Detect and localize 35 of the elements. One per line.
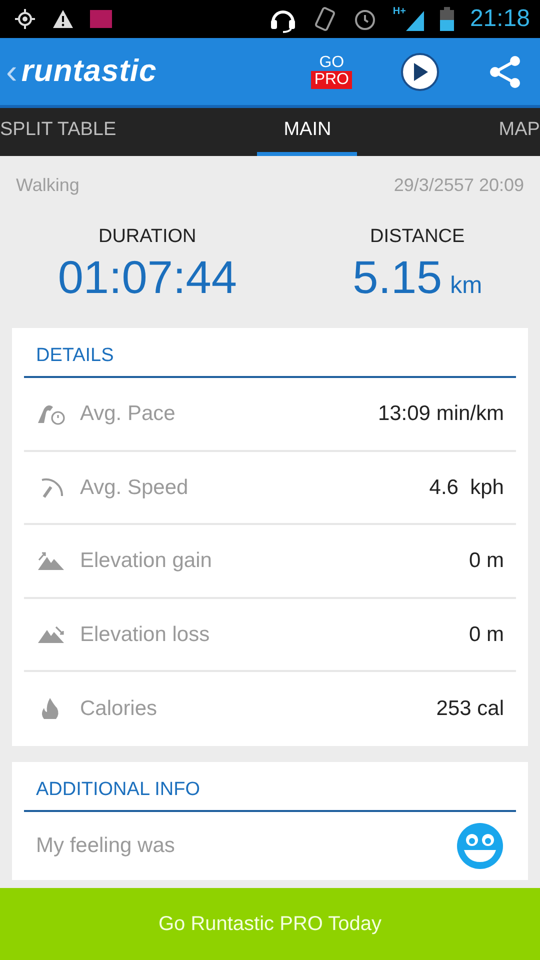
activity-date: 29/3/2557 20:09 <box>394 174 524 197</box>
stat-value: 01:07:44 <box>58 252 237 302</box>
app-icon <box>90 10 112 28</box>
app-logo: runtastic <box>21 52 157 90</box>
stat-value: 5.15 <box>352 252 442 302</box>
tab[interactable]: MAP <box>498 108 540 156</box>
detail-value: 0 m <box>468 622 504 648</box>
detail-label: Avg. Pace <box>80 401 176 427</box>
detail-value: 13:09 min/km <box>378 401 504 427</box>
network-type: H+ <box>392 7 406 17</box>
stat-label: DISTANCE <box>369 225 466 249</box>
stat-label: DURATION <box>97 225 198 249</box>
warning-icon <box>52 9 74 29</box>
section-title: DETAILS <box>24 328 516 378</box>
detail-label: Calories <box>80 696 158 722</box>
detail-value: 4.6 kph <box>429 474 504 500</box>
detail-label: Elevation loss <box>80 622 210 648</box>
share-icon[interactable] <box>488 54 522 88</box>
tab[interactable]: MAIN <box>257 108 358 156</box>
detail-label: Elevation gain <box>80 548 212 574</box>
detail-label: Avg. Speed <box>80 474 188 500</box>
clock: 21:18 <box>470 4 530 34</box>
vibrate-icon <box>312 6 337 32</box>
section-title: ADDITIONAL INFO <box>24 762 516 812</box>
smiley-icon[interactable] <box>456 822 504 870</box>
play-icon[interactable] <box>400 52 440 92</box>
location-icon <box>14 8 36 30</box>
battery-icon <box>440 7 454 31</box>
detail-value: 253 cal <box>436 696 504 722</box>
detail-value: 0 m <box>468 548 504 574</box>
feeling-label: My feeling was <box>36 833 175 860</box>
tab[interactable]: SPLIT TABLE <box>0 108 116 156</box>
alarm-icon <box>352 7 377 31</box>
stat-unit: km <box>450 270 482 300</box>
activity-type: Walking <box>16 174 80 197</box>
